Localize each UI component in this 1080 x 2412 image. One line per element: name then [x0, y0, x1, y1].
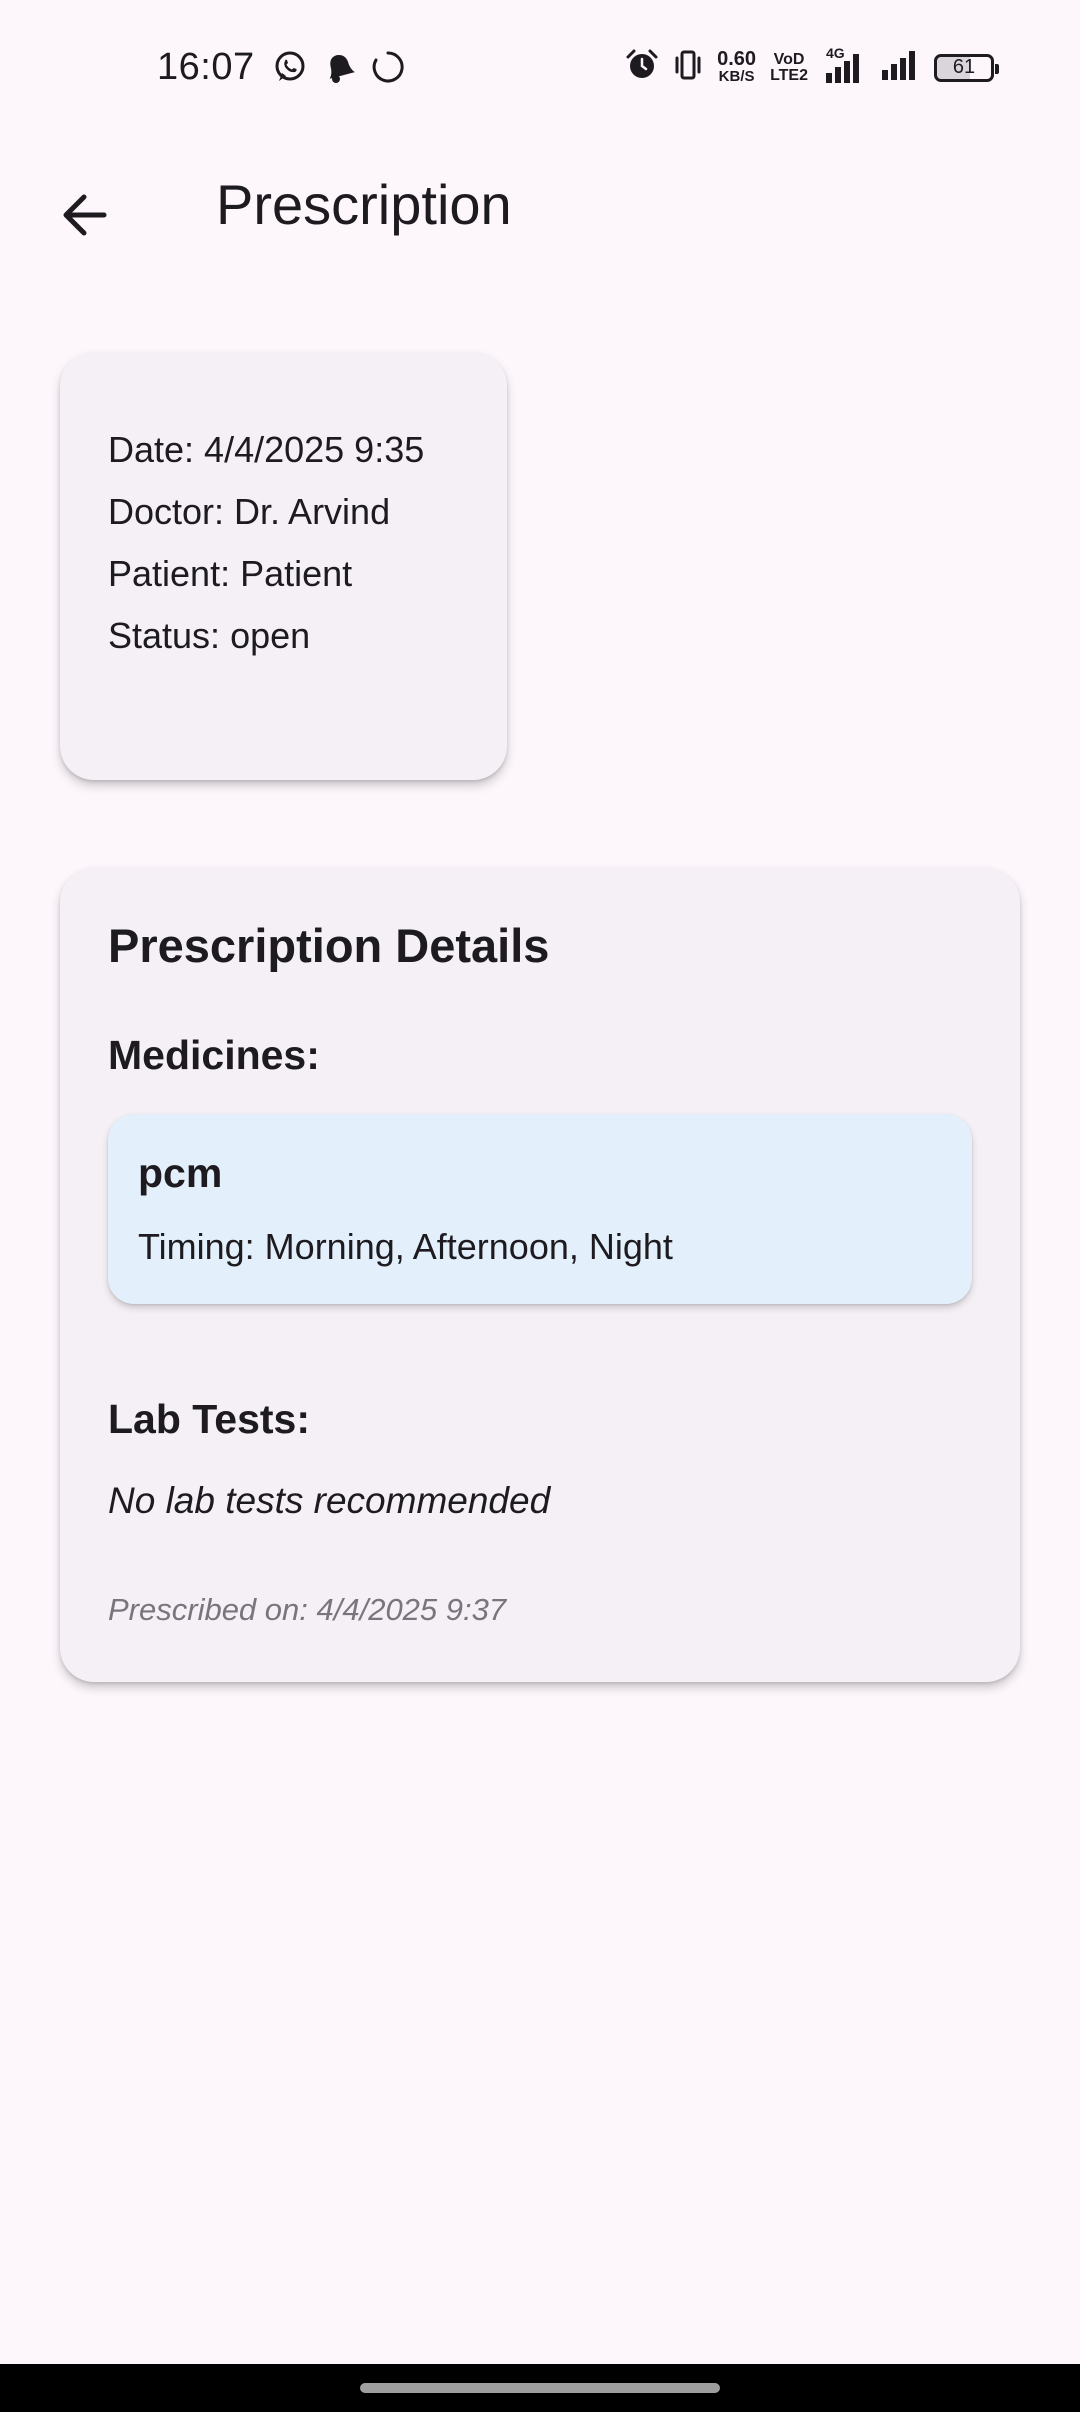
status-bar: 16:07 0.60 KB/S VoD LTE2 4G 61 — [0, 0, 1080, 140]
details-title: Prescription Details — [108, 919, 550, 972]
battery-level: 61 — [952, 56, 976, 78]
medicine-timing: Timing: Morning, Afternoon, Night — [138, 1226, 673, 1267]
status-right-icons: 0.60 KB/S VoD LTE2 4G 61 — [625, 45, 999, 87]
medicine-item: pcm Timing: Morning, Afternoon, Night — [108, 1114, 972, 1304]
battery-icon: 61 — [934, 53, 999, 82]
prescription-summary-card: Date: 4/4/2025 9:35 Doctor: Dr. Arvind P… — [60, 352, 507, 780]
medicine-name: pcm — [138, 1150, 223, 1196]
prescribed-on-timestamp: Prescribed on: 4/4/2025 9:37 — [108, 1592, 507, 1627]
alarm-icon — [625, 48, 659, 87]
system-nav-bar — [0, 2364, 1080, 2412]
volte-top: VoD — [773, 50, 805, 68]
notification-bell-icon — [321, 50, 357, 89]
vibrate-icon — [673, 48, 703, 87]
back-button[interactable] — [36, 167, 132, 263]
loading-circle-icon — [371, 50, 405, 89]
data-speed-value: 0.60 — [717, 47, 757, 70]
status-time: 16:07 — [157, 46, 255, 88]
prescription-details-card: Prescription Details Medicines: pcm Timi… — [60, 868, 1020, 1682]
data-speed-indicator: 0.60 KB/S — [717, 47, 757, 86]
arrow-back-icon — [63, 194, 107, 236]
prescription-status: Status: open — [108, 615, 311, 656]
status-left-icons — [273, 50, 405, 89]
lab-tests-empty-message: No lab tests recommended — [108, 1480, 551, 1521]
whatsapp-icon — [273, 50, 307, 89]
signal-icon — [878, 48, 920, 87]
home-gesture-handle[interactable] — [360, 2383, 720, 2393]
data-speed-unit: KB/S — [718, 67, 755, 85]
volte-bottom: LTE2 — [770, 66, 808, 84]
lab-tests-heading: Lab Tests: — [108, 1396, 310, 1442]
volte-icon: VoD LTE2 — [770, 50, 808, 84]
medicines-heading: Medicines: — [108, 1032, 320, 1078]
app-bar: Prescription — [0, 140, 1080, 270]
page-title: Prescription — [216, 173, 512, 236]
signal-4g-icon: 4G — [822, 45, 864, 85]
summary-lines: Date: 4/4/2025 9:35 Doctor: Dr. Arvind P… — [108, 408, 507, 678]
